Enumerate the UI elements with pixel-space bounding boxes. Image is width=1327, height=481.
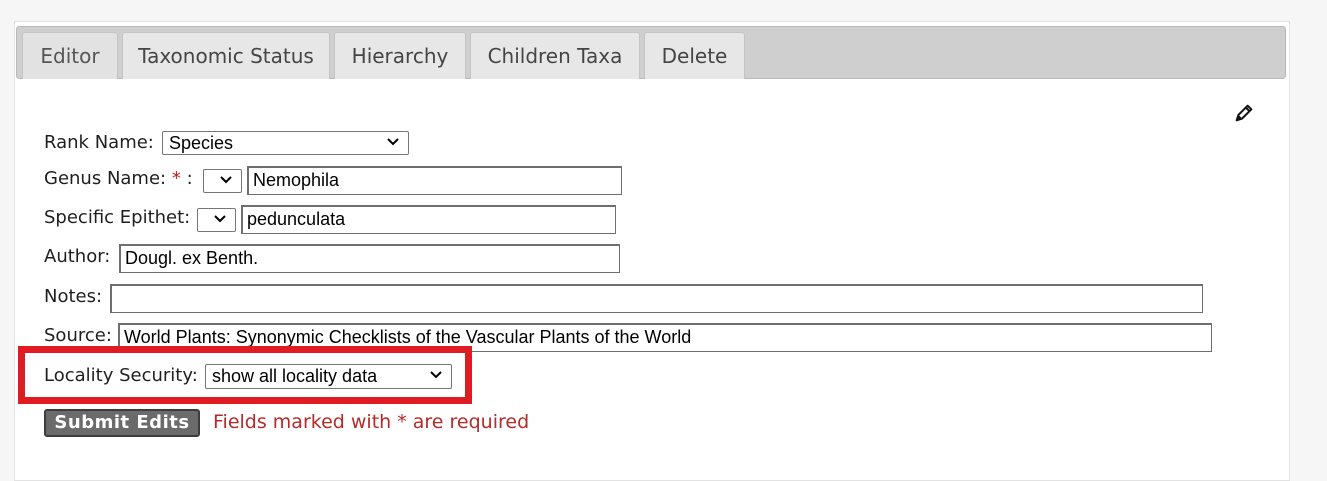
submit-edits-button[interactable]: Submit Edits [44, 409, 200, 437]
rank-name-label: Rank Name: [44, 132, 154, 153]
notes-input[interactable] [110, 284, 1203, 313]
genus-colon: : [186, 168, 193, 189]
pencil-icon[interactable] [1233, 102, 1255, 124]
tab-taxonomic-status[interactable]: Taxonomic Status [122, 32, 330, 79]
genus-name-label: Genus Name: * : [44, 168, 193, 189]
rank-name-select[interactable]: Species [162, 131, 409, 155]
source-label: Source: [44, 325, 112, 346]
required-asterisk: * [171, 168, 181, 189]
epithet-qualifier-select[interactable] [197, 208, 236, 232]
tab-hierarchy[interactable]: Hierarchy [334, 32, 466, 79]
chevron-down-icon [214, 215, 226, 223]
genus-qualifier-select[interactable] [203, 169, 242, 193]
rank-name-value: Species [169, 133, 234, 153]
chevron-down-icon [220, 176, 232, 184]
chevron-down-icon [387, 138, 399, 146]
required-fields-note: Fields marked with * are required [213, 411, 530, 433]
author-label: Author: [44, 246, 111, 267]
author-input[interactable]: Dougl. ex Benth. [119, 244, 620, 273]
specific-epithet-input[interactable]: pedunculata [241, 205, 616, 234]
specific-epithet-label: Specific Epithet: [44, 207, 191, 228]
genus-name-input[interactable]: Nemophila [247, 166, 622, 195]
notes-label: Notes: [44, 286, 103, 307]
tab-delete[interactable]: Delete [644, 32, 745, 79]
tab-editor[interactable]: Editor [22, 32, 118, 79]
locality-security-highlight-box [18, 346, 472, 404]
tab-children-taxa[interactable]: Children Taxa [470, 32, 640, 79]
genus-name-label-text: Genus Name: [44, 168, 167, 189]
